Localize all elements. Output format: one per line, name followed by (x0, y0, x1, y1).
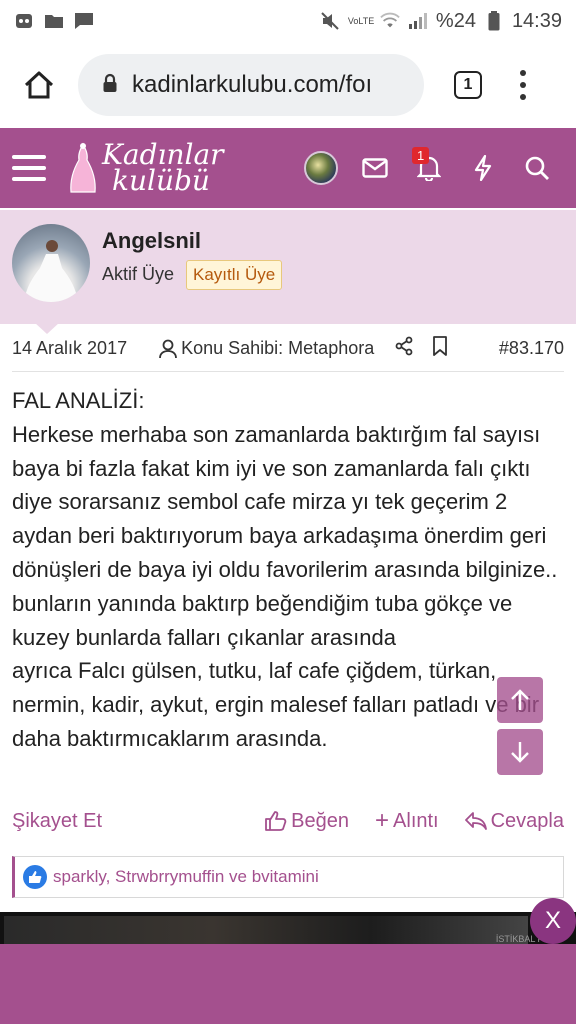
dot-icon (520, 82, 526, 88)
notification-badge: 1 (412, 147, 430, 164)
user-icon (159, 339, 177, 358)
ad-banner[interactable]: İSTİKBAL PR (0, 912, 576, 944)
site-header: Kadınlar kulübü 1 (0, 128, 576, 208)
quote-button[interactable]: + Alıntı (375, 807, 439, 834)
url-text: kadinlarkulubu.com/foı (132, 71, 373, 98)
search-button[interactable] (510, 141, 564, 195)
thread-owner: Konu Sahibi: Metaphora (159, 338, 374, 359)
close-ad-button[interactable]: X (530, 898, 576, 944)
address-bar[interactable]: kadinlarkulubu.com/foı (78, 54, 424, 116)
browser-menu-button[interactable] (518, 70, 528, 100)
bride-photo-icon (24, 240, 78, 302)
notifications-button[interactable]: 1 (402, 141, 456, 195)
app-notification-icon (14, 12, 34, 30)
reply-button[interactable]: Cevapla (464, 809, 564, 833)
post-paragraph: ayrıca Falcı gülsen, tutku, laf cafe çiğ… (12, 658, 540, 751)
hamburger-menu-button[interactable] (12, 155, 46, 181)
lock-icon (102, 73, 118, 98)
dot-icon (520, 94, 526, 100)
post-actions: Şikayet Et Beğen + Alıntı Cevapla (12, 804, 564, 838)
share-button[interactable] (394, 336, 414, 361)
reactions-bar[interactable]: sparkly, Strwbrrymuffin ve bvitamini (12, 856, 564, 898)
post-number[interactable]: #83.170 (499, 338, 564, 359)
site-logo[interactable]: Kadınlar kulübü (68, 140, 224, 196)
scroll-to-top-button[interactable] (497, 677, 543, 723)
plus-icon: + (375, 807, 390, 834)
tab-switcher-button[interactable]: 1 (454, 71, 482, 99)
logo-dress-icon (70, 142, 96, 193)
member-badge: Kayıtlı Üye (186, 260, 283, 290)
search-icon (525, 156, 549, 180)
wifi-icon (380, 12, 400, 30)
post-paragraph: Herkese merhaba son zamanlarda baktırğım… (12, 421, 558, 582)
like-reaction-icon (23, 865, 47, 889)
status-bar: VoLTE %24 14:39 (0, 0, 576, 42)
bookmark-icon (433, 336, 448, 356)
whats-new-button[interactable] (456, 141, 510, 195)
account-avatar-button[interactable] (294, 141, 348, 195)
signal-icon (408, 12, 428, 30)
report-button[interactable]: Şikayet Et (12, 810, 102, 833)
quote-label: Alıntı (393, 809, 439, 832)
post-meta-bar: 14 Aralık 2017 Konu Sahibi: Metaphora #8… (12, 326, 564, 372)
dot-icon (520, 70, 526, 76)
lightning-icon (474, 155, 492, 181)
logo-line-2: kulübü (112, 164, 210, 197)
like-label: Beğen (291, 809, 350, 832)
bookmark-button[interactable] (432, 336, 448, 361)
arrow-down-icon (511, 742, 529, 763)
arrow-up-icon (511, 689, 529, 710)
author-name[interactable]: Angelsnil (102, 228, 201, 254)
reactions-users: sparkly, Strwbrrymuffin ve bvitamini (53, 867, 319, 886)
like-button[interactable]: Beğen (265, 810, 349, 833)
browser-toolbar: kadinlarkulubu.com/foı 1 (0, 42, 576, 128)
folder-icon (44, 12, 64, 30)
message-icon (74, 12, 94, 30)
home-icon (24, 71, 54, 99)
mute-icon (320, 12, 340, 30)
battery-icon (484, 11, 504, 31)
home-button[interactable] (14, 60, 64, 110)
post-body: FAL ANALİZİ: Herkese merhaba son zamanla… (12, 384, 564, 756)
post-date[interactable]: 14 Aralık 2017 (12, 338, 127, 359)
thumbs-up-icon (265, 811, 287, 831)
bottom-ad-area (0, 944, 576, 1024)
envelope-icon (362, 158, 388, 178)
scroll-to-bottom-button[interactable] (497, 729, 543, 775)
post-paragraph: bunların yanında baktırp beğendiğim tuba… (12, 590, 513, 650)
battery-percent: %24 (435, 9, 476, 32)
ad-image (4, 916, 528, 944)
inbox-button[interactable] (348, 141, 402, 195)
clock: 14:39 (511, 9, 562, 32)
author-role: Aktif Üye (102, 264, 175, 284)
thread-owner-label: Konu Sahibi: Metaphora (181, 338, 375, 358)
post-author-block: Angelsnil Aktif Üye Kayıtlı Üye (0, 208, 576, 334)
volte-indicator: VoLTE (347, 15, 375, 26)
avatar (304, 151, 338, 185)
reply-label: Cevapla (490, 809, 564, 832)
author-avatar[interactable] (12, 224, 90, 302)
post-paragraph: FAL ANALİZİ: (12, 388, 145, 413)
share-icon (395, 336, 413, 356)
reply-icon (464, 812, 487, 830)
